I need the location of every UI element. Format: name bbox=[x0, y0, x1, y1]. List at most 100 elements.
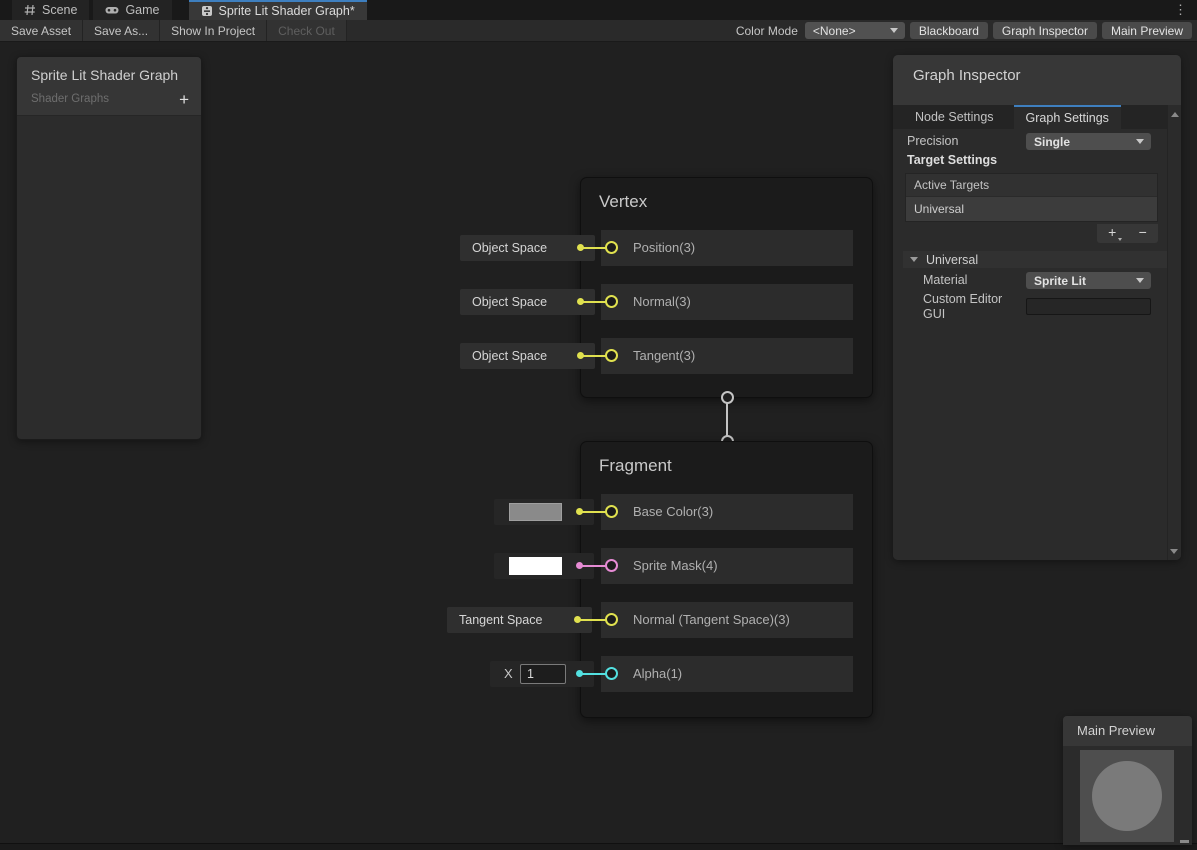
tab-node-settings[interactable]: Node Settings bbox=[903, 105, 1006, 129]
normal-ts-space-dropdown[interactable]: Tangent Space bbox=[447, 607, 592, 633]
custom-editor-gui-field[interactable] bbox=[1026, 298, 1151, 315]
tab-graph-settings[interactable]: Graph Settings bbox=[1014, 105, 1121, 129]
graph-inspector-header: Graph Inspector bbox=[893, 55, 1181, 105]
save-as-button[interactable]: Save As... bbox=[83, 20, 160, 41]
sprite-mask-swatch[interactable] bbox=[509, 557, 562, 575]
vertex-node[interactable]: Vertex Position(3) Normal(3) Tangent(3) bbox=[580, 177, 873, 398]
target-list-buttons: + − bbox=[1097, 224, 1158, 243]
preview-render-quad bbox=[1080, 750, 1174, 842]
chevron-down-icon bbox=[1136, 278, 1144, 283]
resize-handle[interactable] bbox=[1180, 840, 1189, 843]
scroll-down-icon[interactable] bbox=[1170, 549, 1178, 554]
vertex-node-title: Vertex bbox=[599, 192, 647, 212]
main-preview-body bbox=[1063, 746, 1192, 845]
show-in-project-button[interactable]: Show In Project bbox=[160, 20, 267, 41]
normal-ts-port-label: Normal (Tangent Space)(3) bbox=[633, 602, 853, 638]
mini-dropdown-icon bbox=[1118, 238, 1122, 241]
edge-alpha bbox=[580, 673, 607, 675]
base-color-swatch[interactable] bbox=[509, 503, 562, 521]
shader-graph-toolbar: Save Asset Save As... Show In Project Ch… bbox=[0, 20, 1197, 42]
vertex-row-tangent: Tangent(3) bbox=[601, 338, 853, 374]
grid-icon bbox=[24, 4, 36, 16]
normal-space-dropdown[interactable]: Object Space bbox=[460, 289, 595, 315]
preview-sprite-circle bbox=[1092, 761, 1162, 831]
position-port-label: Position(3) bbox=[633, 230, 853, 266]
toolbar-right-group: Color Mode <None> Blackboard Graph Inspe… bbox=[736, 22, 1197, 39]
gamepad-icon bbox=[105, 5, 119, 15]
universal-foldout[interactable]: Universal bbox=[903, 251, 1167, 268]
check-out-button: Check Out bbox=[267, 20, 347, 41]
blackboard-header: Sprite Lit Shader Graph Shader Graphs + bbox=[17, 57, 201, 116]
vertex-out-connector[interactable] bbox=[721, 391, 734, 404]
inspector-scrollbar[interactable] bbox=[1167, 105, 1181, 560]
universal-foldout-label: Universal bbox=[926, 253, 978, 267]
precision-dropdown[interactable]: Single bbox=[1026, 133, 1151, 150]
graph-inspector-title: Graph Inspector bbox=[893, 55, 1181, 84]
fragment-row-base-color: Base Color(3) bbox=[601, 494, 853, 530]
color-mode-dropdown[interactable]: <None> bbox=[805, 22, 905, 39]
blackboard-subtitle: Shader Graphs bbox=[31, 93, 187, 105]
fragment-row-alpha: Alpha(1) bbox=[601, 656, 853, 692]
edge-normal bbox=[580, 301, 607, 303]
tangent-space-dropdown[interactable]: Object Space bbox=[460, 343, 595, 369]
editor-tab-bar: Scene Game Sprite Lit Shader Graph* ⋮ bbox=[0, 0, 1197, 20]
fragment-node[interactable]: Fragment Base Color(3) Sprite Mask(4) No… bbox=[580, 441, 873, 718]
graph-inspector-panel[interactable]: Graph Inspector Node Settings Graph Sett… bbox=[893, 55, 1181, 560]
blackboard-toggle-button[interactable]: Blackboard bbox=[910, 22, 988, 39]
tab-game[interactable]: Game bbox=[93, 0, 171, 20]
window-bottom-strip bbox=[0, 843, 1197, 850]
vertex-row-normal: Normal(3) bbox=[601, 284, 853, 320]
add-target-button[interactable]: + bbox=[1097, 224, 1128, 243]
custom-editor-gui-label: Custom Editor GUI bbox=[923, 292, 1019, 322]
chevron-down-icon bbox=[890, 28, 898, 33]
main-preview-toggle-button[interactable]: Main Preview bbox=[1102, 22, 1192, 39]
scroll-up-icon[interactable] bbox=[1171, 112, 1179, 117]
add-property-button[interactable]: + bbox=[179, 91, 189, 108]
alpha-x-label: X bbox=[504, 661, 513, 687]
sprite-mask-picker[interactable] bbox=[494, 553, 594, 579]
main-preview-panel[interactable]: Main Preview bbox=[1063, 716, 1192, 845]
graph-inspector-toggle-button[interactable]: Graph Inspector bbox=[993, 22, 1097, 39]
edge-normal-ts bbox=[580, 619, 607, 621]
material-value: Sprite Lit bbox=[1034, 274, 1086, 288]
material-dropdown[interactable]: Sprite Lit bbox=[1026, 272, 1151, 289]
shader-graph-icon bbox=[201, 5, 213, 17]
remove-target-button[interactable]: − bbox=[1128, 224, 1159, 243]
alpha-value-field[interactable]: 1 bbox=[520, 664, 566, 684]
precision-label: Precision bbox=[907, 134, 958, 148]
graph-settings-content: Precision Single Target Settings Active … bbox=[893, 129, 1167, 560]
tab-scene[interactable]: Scene bbox=[12, 0, 89, 20]
position-space-dropdown[interactable]: Object Space bbox=[460, 235, 595, 261]
foldout-arrow-icon bbox=[910, 257, 918, 262]
inspector-tab-strip: Node Settings Graph Settings bbox=[893, 105, 1167, 129]
alpha-port-label: Alpha(1) bbox=[633, 656, 853, 692]
kebab-menu-icon[interactable]: ⋮ bbox=[1174, 0, 1197, 20]
save-asset-button[interactable]: Save Asset bbox=[0, 20, 83, 41]
tangent-port-label: Tangent(3) bbox=[633, 338, 853, 374]
target-settings-heading: Target Settings bbox=[907, 153, 997, 167]
chevron-down-icon bbox=[1136, 139, 1144, 144]
tab-shader-graph[interactable]: Sprite Lit Shader Graph* bbox=[189, 0, 367, 20]
normal-port-label: Normal(3) bbox=[633, 284, 853, 320]
active-target-universal[interactable]: Universal bbox=[906, 196, 1157, 221]
fragment-row-normal-ts: Normal (Tangent Space)(3) bbox=[601, 602, 853, 638]
base-color-picker[interactable] bbox=[494, 499, 594, 525]
active-targets-box: Active Targets Universal bbox=[905, 173, 1158, 222]
base-color-port-label: Base Color(3) bbox=[633, 494, 853, 530]
active-targets-header: Active Targets bbox=[906, 174, 1157, 196]
blackboard-title: Sprite Lit Shader Graph bbox=[31, 67, 187, 83]
edge-position bbox=[580, 247, 607, 249]
edge-tangent bbox=[580, 355, 607, 357]
main-preview-header: Main Preview bbox=[1063, 716, 1192, 746]
fragment-row-sprite-mask: Sprite Mask(4) bbox=[601, 548, 853, 584]
tab-game-label: Game bbox=[125, 3, 159, 17]
blackboard-panel[interactable]: Sprite Lit Shader Graph Shader Graphs + bbox=[16, 56, 202, 440]
color-mode-label: Color Mode bbox=[736, 24, 798, 38]
edge-sprite-mask bbox=[580, 565, 607, 567]
precision-value: Single bbox=[1034, 135, 1070, 149]
fragment-node-title: Fragment bbox=[599, 456, 672, 476]
alpha-value-widget: X 1 bbox=[490, 661, 594, 687]
sprite-mask-port-label: Sprite Mask(4) bbox=[633, 548, 853, 584]
material-label: Material bbox=[923, 273, 967, 287]
toolbar-left-group: Save Asset Save As... Show In Project Ch… bbox=[0, 20, 347, 41]
